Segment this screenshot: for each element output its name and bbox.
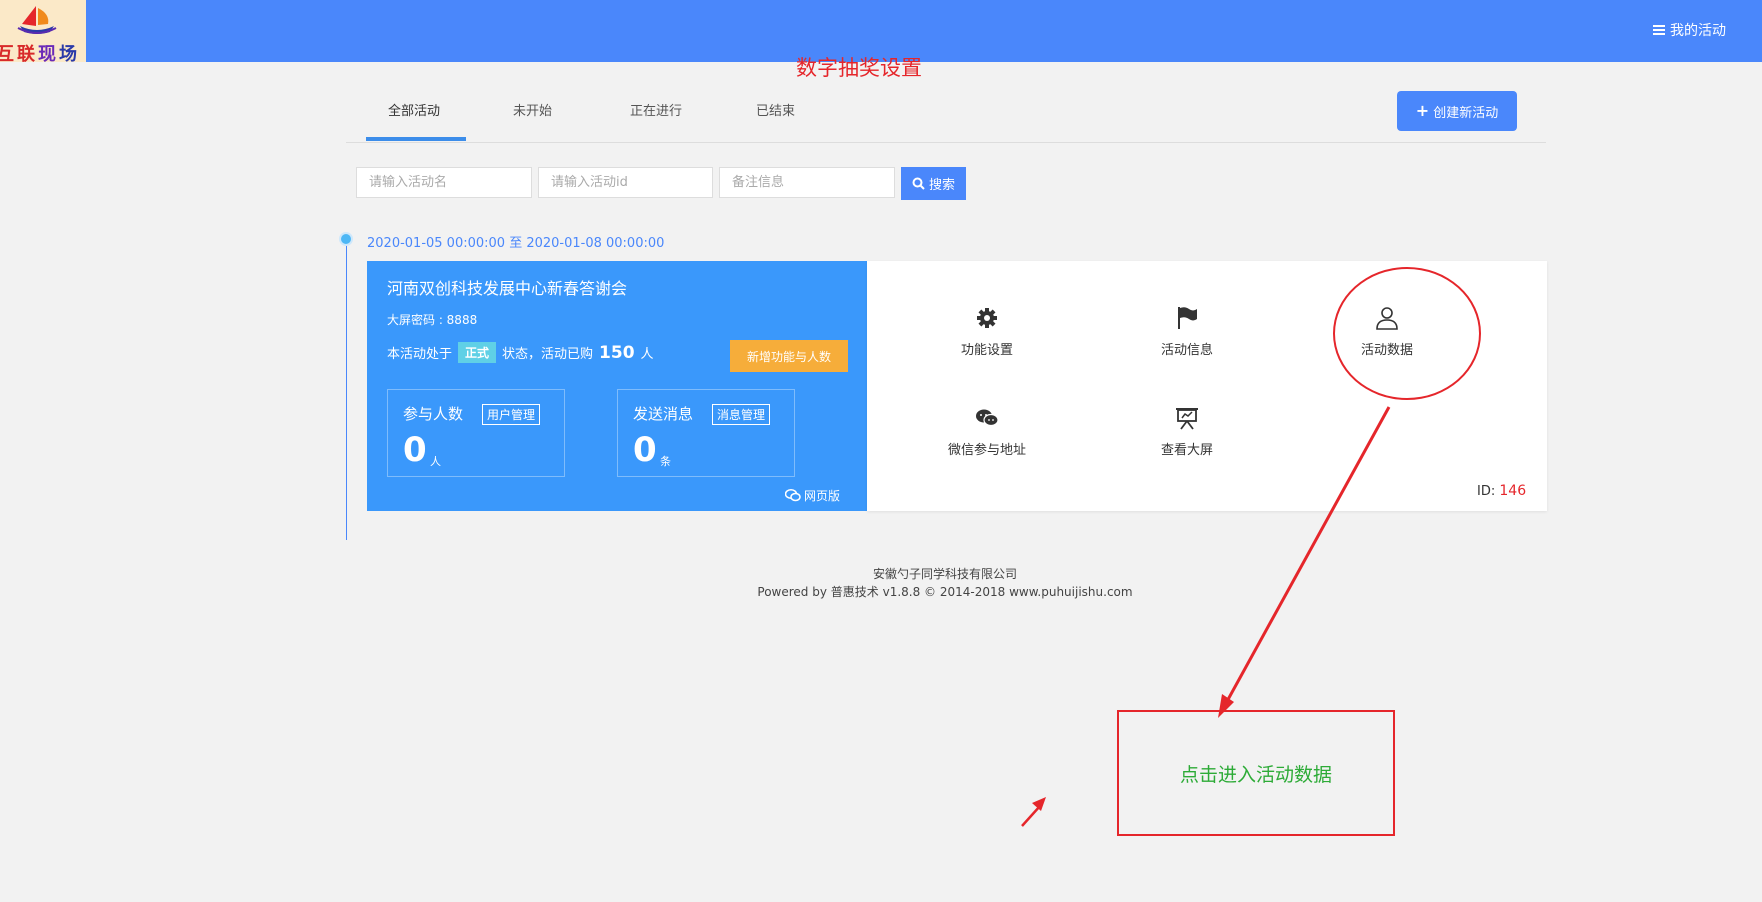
function-settings-label: 功能设置 [960,343,1013,358]
cursor-arrow-head [1032,797,1046,811]
participants-count: 0 [403,430,427,470]
user-management-button[interactable]: 用户管理 [482,404,541,425]
search-button[interactable]: 搜索 [901,167,966,200]
messages-count: 0 [633,430,657,470]
annotation-callout-text: 点击进入活动数据 [1179,763,1332,786]
create-activity-label: 创建新活动 [1433,105,1499,121]
tab-all[interactable]: 全部活动 [388,100,440,119]
timeline-line [346,240,347,540]
tab-ended[interactable]: 已结束 [756,100,795,119]
search-label: 搜索 [928,178,955,193]
activity-id-value: 146 [1499,483,1527,499]
my-activities-label: 我的活动 [1670,23,1726,39]
activity-title: 河南双创科技发展中心新春答谢会 [387,279,628,298]
view-big-screen-button[interactable]: 查看大屏 [1117,405,1257,458]
note-input[interactable] [719,167,895,198]
tab-not-started[interactable]: 未开始 [513,100,552,119]
plus-icon: + [1415,101,1430,120]
activity-id: ID: 146 [1477,483,1526,499]
create-activity-button[interactable]: + 创建新活动 [1397,91,1517,131]
activity-info-button[interactable]: 活动信息 [1117,305,1257,358]
status-middle: 状态，活动已购 [502,347,594,362]
participants-stat: 参与人数 用户管理 0 人 [387,389,565,477]
presentation-icon [1176,408,1198,430]
activity-name-input[interactable] [356,167,532,198]
logo-text: 互联现场 [0,40,80,62]
web-version-link[interactable]: 网页版 [785,487,840,504]
activity-id-label: ID: [1477,484,1496,499]
view-big-screen-label: 查看大屏 [1160,443,1213,458]
activity-date-range: 2020-01-05 00:00:00 至 2020-01-08 00:00:0… [367,236,665,251]
purchased-unit: 人 [640,347,654,362]
activity-card-functions: 功能设置 活动信息 活动数据 微信参与地址 查看大屏 ID: 146 [867,261,1547,511]
status-prefix: 本活动处于 [387,347,453,362]
activity-data-label: 活动数据 [1360,343,1413,358]
ship-logo-icon [17,6,57,34]
function-settings-button[interactable]: 功能设置 [917,305,1057,358]
page-footer: 安徽勺子同学科技有限公司 Powered by 普惠技术 v1.8.8 © 20… [0,565,1762,601]
messages-label: 发送消息 [633,405,694,423]
participants-label: 参与人数 [403,405,464,423]
activity-card-summary: 河南双创科技发展中心新春答谢会 大屏密码 : 8888 本活动处于 正式 状态，… [367,261,867,511]
tab-in-progress[interactable]: 正在进行 [630,100,682,119]
menu-icon [1653,25,1665,35]
wechat-address-label: 微信参与地址 [947,443,1026,458]
messages-unit: 条 [660,455,671,468]
footer-company: 安徽勺子同学科技有限公司 [872,567,1017,581]
purchased-count: 150 [599,342,635,363]
message-management-button[interactable]: 消息管理 [712,404,771,425]
page-title: 数字抽奖设置 [796,56,922,80]
logo-char: 场 [59,44,80,62]
messages-stat: 发送消息 消息管理 0 条 [617,389,795,477]
wechat-icon [976,409,999,427]
footer-powered-by: Powered by 普惠技术 v1.8.8 © 2014-2018 www.p… [757,585,1133,599]
cursor-arrow-line [1021,805,1041,827]
activity-tabs: 全部活动 未开始 正在进行 已结束 [346,90,1546,143]
user-icon [1376,307,1398,330]
logo-char: 联 [17,44,38,62]
activity-data-button[interactable]: 活动数据 [1317,305,1457,358]
timeline-dot [339,232,353,246]
logo-char: 现 [38,44,59,62]
screen-password: 大屏密码 : 8888 [387,313,478,327]
web-version-label: 网页版 [804,489,841,503]
my-activities-menu[interactable]: 我的活动 [1653,20,1726,40]
activity-status-line: 本活动处于 正式 状态，活动已购 150 人 [387,342,654,363]
chat-icon [785,489,801,502]
app-logo[interactable]: 互联现场 [0,0,86,62]
logo-char: 互 [0,44,17,62]
activity-info-label: 活动信息 [1160,343,1213,358]
gear-icon [977,308,997,328]
flag-icon [1178,307,1197,329]
annotation-callout-box: 点击进入活动数据 [1117,710,1395,836]
status-badge: 正式 [458,342,497,363]
wechat-address-button[interactable]: 微信参与地址 [917,405,1057,458]
activity-id-input[interactable] [538,167,713,198]
search-icon [912,177,925,190]
add-features-button[interactable]: 新增功能与人数 [730,340,848,372]
participants-unit: 人 [430,455,441,468]
active-tab-indicator [366,137,466,141]
